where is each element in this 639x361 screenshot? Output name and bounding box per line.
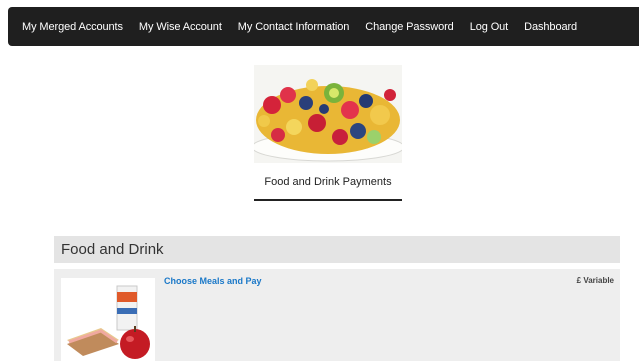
nav-link-dashboard[interactable]: Dashboard	[524, 21, 577, 33]
nav-link-my-merged-accounts[interactable]: My Merged Accounts	[22, 21, 123, 33]
nav-link-log-out[interactable]: Log Out	[470, 21, 509, 33]
section-header: Food and Drink	[54, 236, 620, 263]
top-navbar: My Merged Accounts My Wise Account My Co…	[8, 7, 639, 46]
nav-link-my-contact-information[interactable]: My Contact Information	[238, 21, 350, 33]
price-label: £ Variable	[576, 276, 614, 285]
nav-link-change-password[interactable]: Change Password	[365, 21, 453, 33]
fruit-salad-icon	[254, 65, 402, 163]
meal-image[interactable]	[61, 278, 155, 361]
hero-caption[interactable]: Food and Drink Payments	[254, 170, 402, 201]
meal-sandwich-icon	[61, 278, 155, 361]
product-row[interactable]: Choose Meals and Pay £ Variable	[54, 269, 620, 361]
food-and-drink-payments-image[interactable]	[254, 65, 402, 163]
choose-meals-link[interactable]: Choose Meals and Pay	[164, 276, 262, 286]
nav-link-my-wise-account[interactable]: My Wise Account	[139, 21, 222, 33]
